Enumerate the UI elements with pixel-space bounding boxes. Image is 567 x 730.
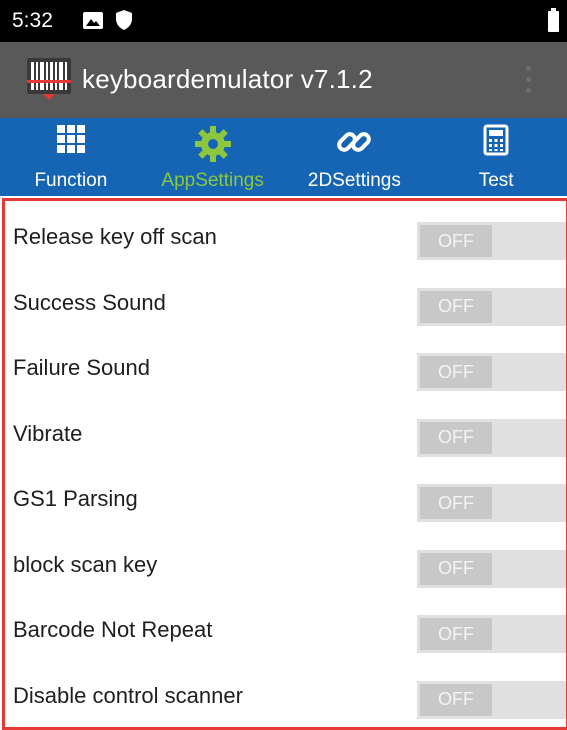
disable-control-scanner-toggle[interactable]: OFF bbox=[417, 680, 566, 719]
setting-label: block scan key bbox=[13, 551, 158, 577]
tab-appsettings[interactable]: AppSettings bbox=[142, 118, 284, 196]
image-notification-icon bbox=[83, 12, 103, 29]
setting-block-scan-key: block scan key OFF bbox=[5, 534, 566, 599]
setting-barcode-not-repeat: Barcode Not Repeat OFF bbox=[5, 599, 566, 664]
tab-label: Test bbox=[478, 170, 514, 191]
tab-2dsettings[interactable]: 2DSettings bbox=[284, 118, 426, 196]
setting-gs1-parsing: GS1 Parsing OFF bbox=[5, 468, 566, 533]
block-scan-key-toggle[interactable]: OFF bbox=[417, 549, 566, 588]
setting-label: Vibrate bbox=[13, 420, 83, 446]
barcode-app-icon bbox=[27, 58, 71, 107]
setting-label: Barcode Not Repeat bbox=[13, 617, 213, 642]
failure-sound-toggle[interactable]: OFF bbox=[417, 353, 566, 391]
setting-label: GS1 Parsing bbox=[13, 486, 138, 511]
tab-function[interactable]: Function bbox=[0, 118, 142, 196]
toggle-state: OFF bbox=[420, 618, 492, 650]
tab-test[interactable]: Test bbox=[425, 118, 567, 196]
app-bar: keyboardemulator v7.1.2 bbox=[0, 42, 567, 118]
toggle-state: OFF bbox=[420, 552, 492, 585]
toggle-state: OFF bbox=[420, 225, 492, 257]
setting-label: Disable control scanner bbox=[13, 682, 243, 708]
battery-icon bbox=[548, 8, 559, 32]
tab-label: AppSettings bbox=[161, 170, 264, 191]
toggle-state: OFF bbox=[420, 356, 492, 388]
toggle-state: OFF bbox=[420, 487, 492, 519]
tab-label: 2DSettings bbox=[307, 170, 401, 191]
setting-disable-control-scanner: Disable control scanner OFF bbox=[5, 665, 566, 728]
toggle-state: OFF bbox=[420, 421, 492, 454]
setting-failure-sound: Failure Sound OFF bbox=[5, 337, 566, 402]
status-bar: 5:32 bbox=[0, 0, 567, 42]
barcode-not-repeat-toggle[interactable]: OFF bbox=[417, 615, 566, 653]
gear-icon bbox=[193, 124, 233, 169]
calculator-icon bbox=[483, 124, 509, 161]
setting-success-sound: Success Sound OFF bbox=[5, 272, 566, 337]
success-sound-toggle[interactable]: OFF bbox=[417, 287, 566, 326]
status-time: 5:32 bbox=[12, 9, 53, 32]
setting-vibrate: Vibrate OFF bbox=[5, 403, 566, 468]
setting-label: Failure Sound bbox=[13, 355, 150, 380]
setting-label: Release key off scan bbox=[13, 224, 217, 249]
setting-release-key-off-scan: Release key off scan OFF bbox=[5, 206, 566, 271]
toggle-state: OFF bbox=[420, 290, 492, 323]
grid-icon bbox=[56, 124, 86, 159]
tab-label: Function bbox=[34, 170, 108, 191]
app-title: keyboardemulator v7.1.2 bbox=[82, 64, 373, 94]
tab-bar: Function AppSettings 2DSettings Test bbox=[0, 118, 567, 196]
gs1-parsing-toggle[interactable]: OFF bbox=[417, 484, 566, 522]
toggle-state: OFF bbox=[420, 683, 492, 716]
release-key-off-scan-toggle[interactable]: OFF bbox=[417, 222, 566, 260]
settings-list: Release key off scan OFF Success Sound O… bbox=[2, 198, 567, 730]
link-icon bbox=[336, 124, 372, 165]
setting-label: Success Sound bbox=[13, 289, 166, 315]
vibrate-toggle[interactable]: OFF bbox=[417, 418, 566, 457]
shield-icon bbox=[115, 9, 133, 36]
overflow-menu-icon[interactable] bbox=[519, 64, 539, 98]
